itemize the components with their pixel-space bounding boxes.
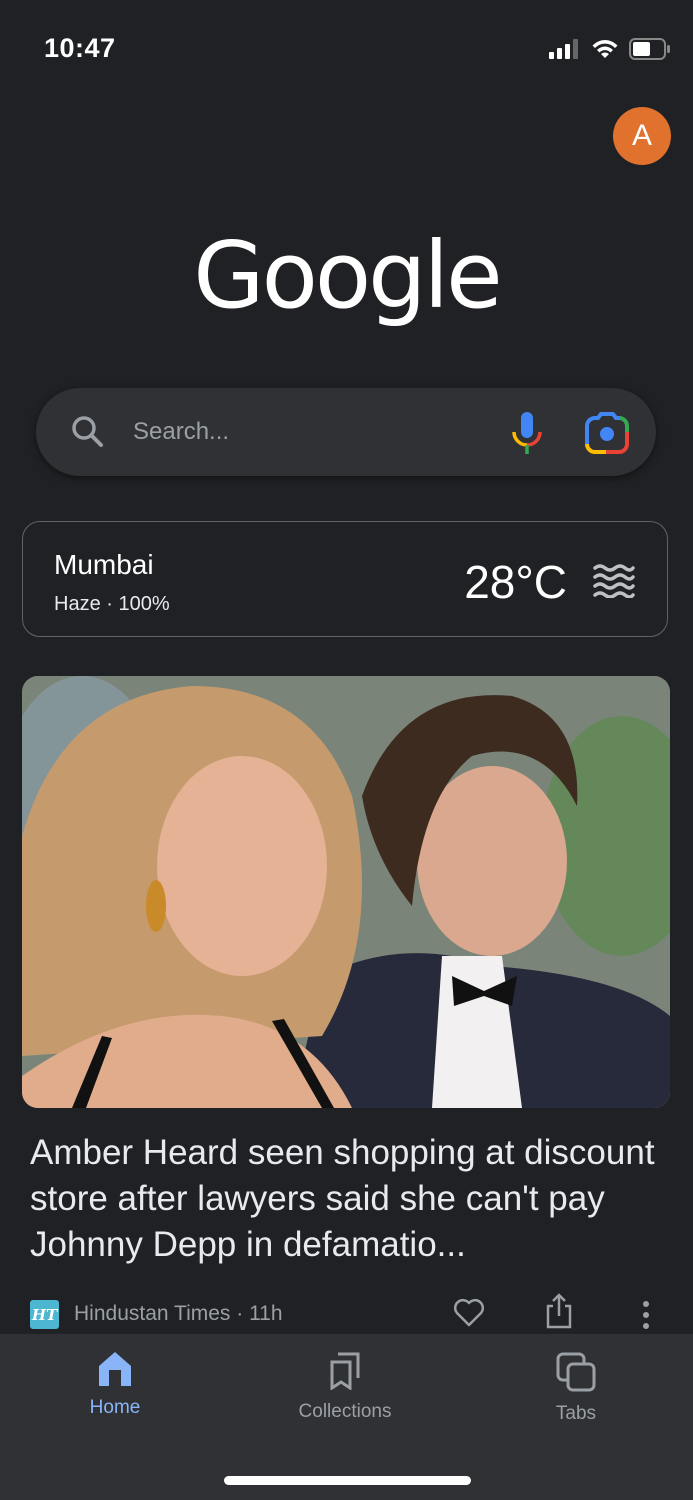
home-indicator[interactable] <box>224 1476 471 1485</box>
google-lens-icon[interactable] <box>584 412 630 454</box>
collections-icon <box>330 1352 360 1391</box>
news-source: Hindustan Times · 11h <box>74 1302 283 1325</box>
source-logo: HT <box>30 1300 59 1329</box>
share-icon[interactable] <box>544 1292 574 1330</box>
haze-icon <box>593 564 635 598</box>
search-bar[interactable]: Search... <box>36 388 656 476</box>
weather-temperature: 28°C <box>464 556 567 608</box>
avatar-initial: A <box>631 119 652 152</box>
status-bar: 10:47 <box>0 0 693 100</box>
battery-icon <box>629 38 670 60</box>
cellular-signal-icon <box>549 39 578 59</box>
nav-home-label: Home <box>89 1397 141 1418</box>
news-headline[interactable]: Amber Heard seen shopping at discount st… <box>30 1130 660 1268</box>
search-input[interactable]: Search... <box>133 418 229 446</box>
home-icon <box>99 1352 131 1386</box>
heart-icon[interactable] <box>453 1298 485 1328</box>
tabs-icon <box>556 1352 596 1392</box>
more-options-icon[interactable] <box>640 1300 652 1330</box>
news-image[interactable] <box>22 676 670 1108</box>
nav-tabs[interactable]: Tabs <box>496 1352 656 1425</box>
news-source-row: HT Hindustan Times · 11h <box>30 1293 663 1332</box>
nav-tabs-label: Tabs <box>555 1403 597 1424</box>
google-logo: Google <box>193 222 502 329</box>
nav-home[interactable]: Home <box>35 1352 195 1419</box>
status-time: 10:47 <box>44 33 116 63</box>
news-photo <box>22 676 670 1108</box>
status-icons <box>549 38 671 60</box>
weather-description: Haze · 100% <box>54 593 170 615</box>
weather-city: Mumbai <box>54 549 154 580</box>
weather-card[interactable]: Mumbai Haze · 100% 28°C <box>22 521 668 637</box>
wifi-icon <box>592 40 618 58</box>
nav-collections-label: Collections <box>298 1401 392 1422</box>
mic-icon[interactable] <box>510 412 544 456</box>
account-avatar-button[interactable]: A <box>613 107 671 165</box>
nav-collections[interactable]: Collections <box>265 1352 425 1423</box>
search-icon <box>72 416 103 447</box>
